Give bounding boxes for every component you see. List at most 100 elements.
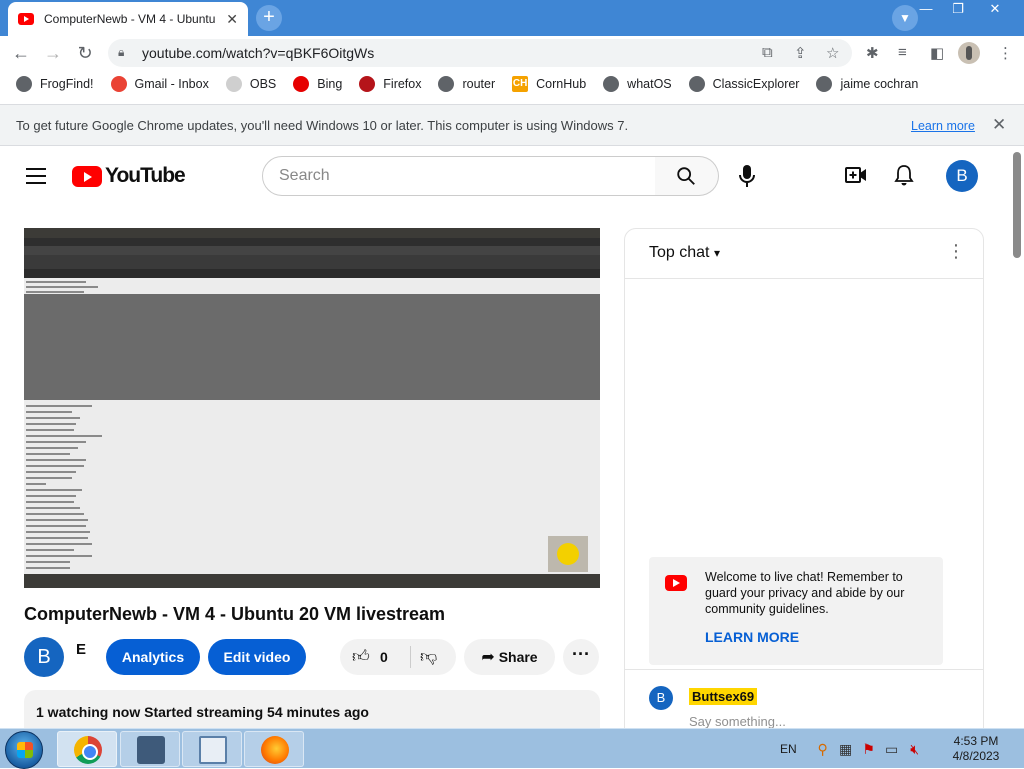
hamburger-menu-icon[interactable] — [26, 168, 46, 189]
vm-toolbar — [24, 255, 600, 269]
minimize-icon[interactable]: — — [910, 0, 942, 20]
language-indicator[interactable]: EN — [780, 742, 797, 756]
more-actions-icon[interactable]: ··· — [563, 639, 599, 675]
taskbar-clock[interactable]: 4:53 PM 4/8/2023 — [944, 734, 1008, 764]
taskbar-explorer[interactable] — [182, 731, 242, 767]
chat-message-input[interactable]: Say something... — [689, 714, 786, 729]
globe-icon — [816, 76, 833, 92]
lock-icon[interactable]: 🔒︎ — [118, 45, 124, 60]
channel-name[interactable]: E — [76, 641, 86, 658]
vm-tabbar — [24, 269, 600, 278]
globe-icon — [688, 76, 705, 92]
side-panel-icon[interactable]: ◧ — [930, 44, 944, 62]
open-in-app-icon[interactable]: ⧉ — [762, 44, 773, 61]
virtualbox-icon — [137, 736, 165, 764]
vm-text-selection — [24, 294, 600, 400]
bookmark-firefox[interactable]: Firefox — [359, 76, 421, 92]
infobar-close-icon[interactable]: ✕ — [992, 115, 1006, 135]
forward-arrow-icon[interactable]: → — [42, 42, 64, 64]
chat-learn-more-link[interactable]: LEARN MORE — [705, 629, 799, 645]
bookmark-obs[interactable]: OBS — [225, 76, 277, 92]
chat-more-icon[interactable]: ⋮ — [947, 241, 965, 262]
bookmark-label: Bing — [317, 77, 343, 91]
page-scrollbar-thumb[interactable] — [1013, 152, 1021, 258]
account-avatar[interactable]: B — [946, 160, 978, 192]
webcam-smiley-image — [548, 536, 588, 572]
tab-close-icon[interactable]: ✕ — [226, 11, 238, 28]
search-input[interactable]: Search — [262, 156, 656, 196]
address-bar[interactable]: 🔒︎ youtube.com/watch?v=qBKF6OitgWs ⧉ ⇪ ☆ — [108, 39, 852, 67]
browser-profile-avatar[interactable] — [958, 42, 980, 64]
taskbar-firefox[interactable] — [244, 731, 304, 767]
microphone-icon[interactable] — [738, 164, 756, 188]
bookmark-cornhub[interactable]: CH CornHub — [512, 76, 586, 92]
firefox-icon — [261, 736, 289, 764]
edit-video-button[interactable]: Edit video — [208, 639, 306, 675]
analytics-button[interactable]: Analytics — [106, 639, 200, 675]
window-close-icon[interactable]: ✕ — [974, 0, 1016, 20]
chat-header: Top chat ▾ ⋮ — [625, 229, 983, 279]
share-button[interactable]: ➦ Share — [464, 639, 555, 675]
bookmark-jaime-cochran[interactable]: jaime cochran — [816, 76, 918, 92]
bookmarks-bar: FrogFind! Gmail - Inbox OBS Bing Firefox… — [0, 70, 1024, 98]
bookmark-bing[interactable]: Bing — [293, 76, 342, 92]
search-button[interactable] — [655, 156, 719, 196]
chat-mode-dropdown[interactable]: Top chat ▾ — [649, 244, 720, 262]
bookmark-label: Firefox — [383, 77, 422, 91]
volume-muted-icon[interactable]: 🔇︎ — [907, 741, 923, 757]
chat-mode-label: Top chat — [649, 244, 710, 261]
url-text[interactable]: youtube.com/watch?v=qBKF6OitgWs — [142, 45, 374, 61]
window-app-icon — [199, 736, 227, 764]
watching-status: 1 watching now Started streaming 54 minu… — [36, 704, 369, 720]
share-page-icon[interactable]: ⇪ — [794, 44, 807, 62]
restore-icon[interactable]: ❐ — [942, 0, 974, 20]
bookmark-label: ClassicExplorer — [712, 77, 800, 91]
chat-username: Buttsex69 — [689, 688, 758, 705]
action-center-flag-icon[interactable]: ⚑ — [861, 741, 877, 757]
firefox-icon — [359, 76, 376, 92]
bookmark-label: CornHub — [536, 77, 587, 91]
taskbar-virtualbox[interactable] — [120, 731, 180, 767]
youtube-logo[interactable]: YouTube — [72, 164, 186, 188]
taskbar-chrome[interactable] — [57, 731, 117, 767]
search-tray-icon[interactable]: ⚲ — [815, 741, 831, 757]
reload-icon[interactable]: ↻ — [74, 42, 96, 64]
new-tab-button[interactable]: + — [256, 5, 282, 31]
channel-avatar[interactable]: B — [24, 637, 64, 677]
share-label: Share — [498, 649, 538, 665]
bookmark-gmail[interactable]: Gmail - Inbox — [110, 76, 209, 92]
back-arrow-icon[interactable]: ← — [10, 42, 32, 64]
bookmark-star-icon[interactable]: ☆ — [826, 44, 839, 62]
ch-icon: CH — [512, 76, 529, 92]
media-queue-icon[interactable]: ≡ — [898, 44, 907, 61]
search-icon — [677, 167, 695, 185]
notifications-bell-icon[interactable] — [894, 164, 914, 186]
infobar-learn-more-link[interactable]: Learn more — [911, 119, 975, 133]
vm-top-panel — [24, 228, 600, 238]
network-tray-icon[interactable]: ▦ — [838, 741, 854, 757]
youtube-play-icon — [72, 165, 102, 187]
chat-user-avatar: B — [649, 686, 673, 710]
bookmark-whatos[interactable]: whatOS — [603, 76, 672, 92]
browser-menu-icon[interactable]: ⋮ — [998, 44, 1013, 62]
video-player[interactable] — [24, 228, 600, 588]
bookmark-label: OBS — [249, 77, 277, 91]
vm-bottom-panel — [24, 574, 600, 588]
create-video-icon[interactable] — [845, 166, 867, 184]
browser-toolbar: ← → ↻ 🔒︎ youtube.com/watch?v=qBKF6OitgWs… — [0, 36, 1024, 70]
globe-icon — [438, 76, 455, 92]
globe-icon — [16, 76, 32, 92]
gmail-icon — [110, 76, 127, 92]
thumbs-down-icon[interactable]: 👎︎ — [420, 646, 437, 667]
bookmark-router[interactable]: router — [438, 76, 495, 92]
thumbs-up-icon[interactable]: 👍︎ — [352, 646, 370, 667]
bookmark-classicexplorer[interactable]: ClassicExplorer — [688, 76, 800, 92]
infobar-message: To get future Google Chrome updates, you… — [16, 118, 629, 133]
extensions-puzzle-icon[interactable]: ✱ — [866, 44, 879, 62]
start-button[interactable] — [5, 731, 43, 769]
power-tray-icon[interactable]: ▭ — [884, 741, 900, 757]
chat-welcome-message: Welcome to live chat! Remember to guard … — [649, 557, 943, 665]
like-dislike-group: 👍︎ 0 👎︎ — [340, 639, 456, 675]
tab-active[interactable]: ComputerNewb - VM 4 - Ubuntu ✕ — [8, 2, 248, 36]
bookmark-frogfind[interactable]: FrogFind! — [16, 76, 94, 92]
